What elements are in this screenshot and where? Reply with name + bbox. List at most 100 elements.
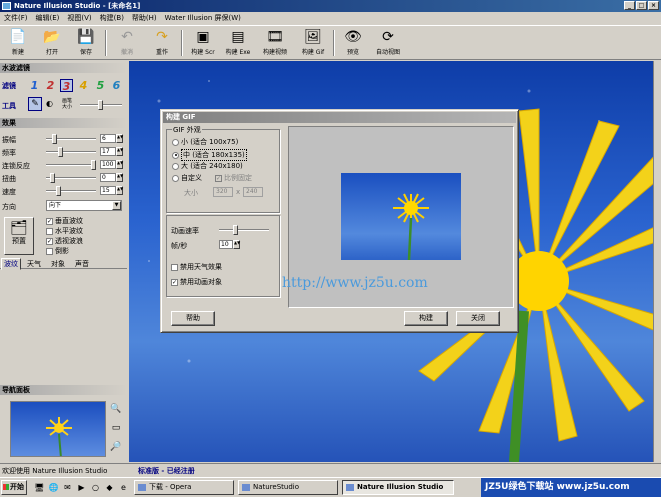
task-opera[interactable]: 下载 - Opera [134, 480, 234, 495]
perspective-wave-checkbox[interactable]: ✓ 透视波浪 [46, 236, 83, 246]
disable-weather-checkbox[interactable]: 禁用天气效果 [171, 262, 222, 272]
zoom-out-icon[interactable]: 🔎 [110, 441, 122, 454]
preview-icon: 👁 [344, 29, 362, 45]
disable-anim-objects-checkbox[interactable]: ✓ 禁用动画对象 [171, 277, 222, 287]
auto-view-button[interactable]: ⟳ 自动视图 [372, 27, 404, 59]
menu-file[interactable]: 文件(F) [4, 13, 28, 23]
mail-icon[interactable]: ✉ [62, 482, 73, 493]
anim-speed-label: 动画速率 [171, 227, 199, 235]
size-label: 大小 [184, 189, 198, 197]
distort-slider[interactable] [46, 173, 96, 183]
build-exe-button[interactable]: ▤ 构建 Exe [222, 27, 254, 59]
build-gif-button[interactable]: 🖼 构建 Gif [297, 27, 329, 59]
brush-size-label: 画笔大小 [62, 98, 73, 110]
preset-icon: 🗂 [10, 220, 28, 236]
navigator-thumbnail[interactable] [10, 401, 106, 457]
dialog-title: 构建 GIF [163, 112, 516, 123]
redo-button[interactable]: ↷ 重作 [146, 27, 178, 59]
new-button[interactable]: 📄 新建 [2, 27, 34, 59]
direction-select[interactable]: 向下 ▼ [46, 200, 122, 211]
undo-icon: ↶ [121, 29, 133, 45]
fps-input[interactable]: 10 [219, 240, 233, 249]
amplitude-label: 振幅 [2, 136, 16, 144]
amplitude-spin[interactable]: ▲▼ [116, 134, 123, 143]
size-medium-radio[interactable]: 中 (适合 180x135) [172, 149, 247, 161]
vertical-scrollbar[interactable] [653, 61, 661, 462]
chain-value[interactable]: 100 [100, 160, 116, 169]
preset-button[interactable]: 🗂 预置 [4, 217, 34, 255]
save-button[interactable]: 💾 保存 [70, 27, 102, 59]
speed-value[interactable]: 15 [100, 186, 116, 195]
tab-ripple[interactable]: 波纹 [1, 258, 21, 270]
chain-spin[interactable]: ▲▼ [116, 160, 123, 169]
help-button[interactable]: 帮助 [171, 311, 215, 326]
speed-spin[interactable]: ▲▼ [116, 186, 123, 195]
amplitude-slider[interactable] [46, 134, 96, 144]
ie-icon[interactable]: e [118, 482, 129, 493]
size-custom-radio[interactable]: 自定义 [172, 173, 202, 183]
filter-6-button[interactable]: 6 [110, 79, 123, 92]
opera-icon[interactable]: ○ [90, 482, 101, 493]
filter-5-button[interactable]: 5 [94, 79, 107, 92]
eraser-tool-icon[interactable]: ◐ [46, 99, 53, 108]
menu-help[interactable]: 帮助(H) [132, 13, 157, 23]
distort-spin[interactable]: ▲▼ [116, 173, 123, 182]
media-icon[interactable]: ▶ [76, 482, 87, 493]
anim-speed-slider[interactable] [219, 225, 269, 235]
horizontal-ripple-checkbox[interactable]: 水平波纹 [46, 226, 83, 236]
filter-2-button[interactable]: 2 [44, 79, 57, 92]
new-file-icon: 📄 [9, 29, 27, 45]
app-quick-icon[interactable]: ◆ [104, 482, 115, 493]
width-input[interactable]: 320 [213, 187, 233, 197]
start-button[interactable]: 开始 [1, 480, 27, 495]
close-window-button[interactable]: × [648, 1, 659, 10]
reflection-checkbox[interactable]: 倒影 [46, 246, 69, 256]
fps-spin[interactable]: ▲▼ [233, 240, 240, 249]
tab-objects[interactable]: 对象 [49, 259, 67, 269]
frequency-value[interactable]: 17 [100, 147, 116, 156]
maximize-button[interactable]: □ [636, 1, 647, 10]
size-small-radio[interactable]: 小 (适合 100x75) [172, 137, 238, 147]
chain-slider[interactable] [46, 160, 96, 170]
height-input[interactable]: 240 [243, 187, 263, 197]
menu-screensaver[interactable]: Water Illusion 屏保(W) [165, 13, 241, 23]
menu-build[interactable]: 构建(B) [100, 13, 124, 23]
close-button[interactable]: 关闭 [456, 311, 500, 326]
minimize-button[interactable]: _ [624, 1, 635, 10]
speed-label: 速度 [2, 188, 16, 196]
undo-button[interactable]: ↶ 撤消 [111, 27, 143, 59]
menu-view[interactable]: 视图(V) [67, 13, 91, 23]
brush-tool-icon[interactable]: ✎ [28, 97, 42, 111]
frequency-spin[interactable]: ▲▼ [116, 147, 123, 156]
tab-sound[interactable]: 声音 [73, 259, 91, 269]
preview-button[interactable]: 👁 预览 [337, 27, 369, 59]
window-title: Nature Illusion Studio - [未命名1] [14, 2, 141, 10]
task-nature-illusion[interactable]: Nature Illusion Studio [342, 480, 454, 495]
build-video-button[interactable]: 🎞 构建视频 [259, 27, 291, 59]
effects-header: 效果 [0, 118, 127, 128]
keep-ratio-checkbox[interactable]: ✓ 比例固定 [215, 173, 252, 183]
vertical-ripple-checkbox[interactable]: ✓ 垂直波纹 [46, 216, 83, 226]
menu-edit[interactable]: 编辑(E) [36, 13, 60, 23]
brush-size-slider[interactable] [80, 100, 122, 110]
filter-4-button[interactable]: 4 [77, 79, 90, 92]
amplitude-value[interactable]: 6 [100, 134, 116, 143]
size-large-radio[interactable]: 大 (适合 240x180) [172, 161, 243, 171]
direction-label: 方向 [2, 203, 16, 211]
zoom-in-icon[interactable]: 🔍 [110, 403, 122, 416]
task-naturestudio[interactable]: NatureStudio [238, 480, 338, 495]
gif-size-group: GIF 外观 小 (适合 100x75) 中 (适合 180x135) 大 (适… [166, 125, 280, 213]
build-scr-button[interactable]: ▣ 构建 Scr [187, 27, 219, 59]
preview-image [341, 173, 461, 260]
distort-value[interactable]: 0 [100, 173, 116, 182]
frequency-slider[interactable] [46, 147, 96, 157]
filter-1-button[interactable]: 1 [28, 79, 41, 92]
desktop-icon[interactable]: 🖥 [34, 482, 45, 493]
build-button[interactable]: 构建 [404, 311, 448, 326]
filter-3-button[interactable]: 3 [60, 79, 73, 93]
fit-view-icon[interactable]: ▭ [110, 422, 122, 435]
open-button[interactable]: 📂 打开 [36, 27, 68, 59]
tab-weather[interactable]: 天气 [25, 259, 43, 269]
browser-icon[interactable]: 🌐 [48, 482, 59, 493]
speed-slider[interactable] [46, 186, 96, 196]
